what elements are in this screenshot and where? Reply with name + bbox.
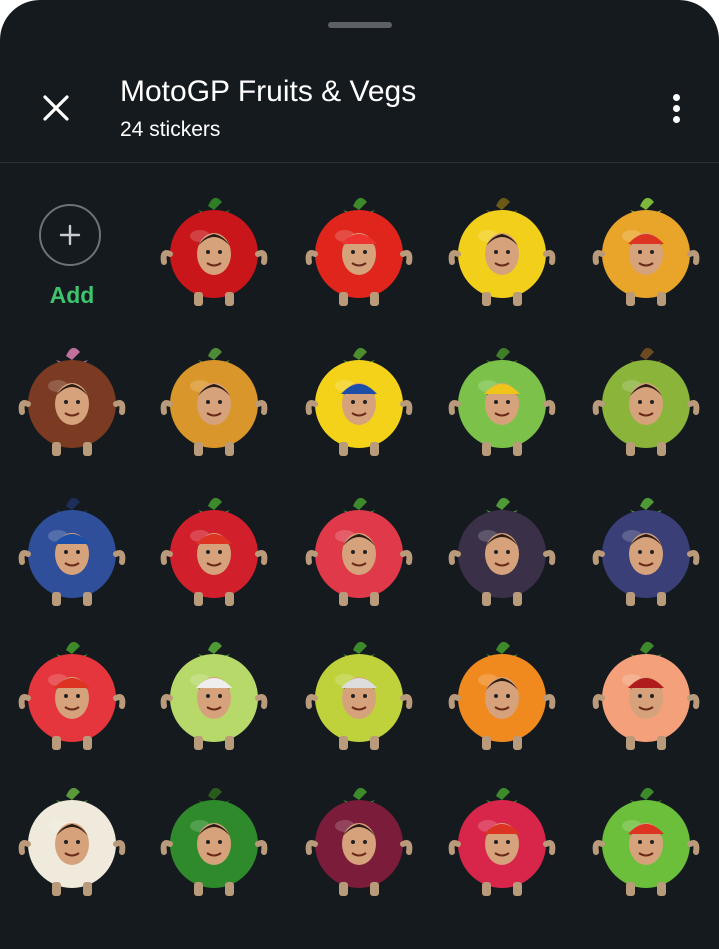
sticker-raspberry[interactable] <box>303 488 415 612</box>
sticker-cauliflower[interactable] <box>16 778 128 902</box>
sticker-beetroot[interactable] <box>303 778 415 902</box>
sticker-green-grapes[interactable] <box>158 632 270 756</box>
sticker-grapes[interactable] <box>590 488 702 612</box>
sticker-chestnut-and-onion[interactable] <box>16 338 128 462</box>
more-options-button[interactable] <box>662 86 690 130</box>
sticker-banana-image <box>448 197 556 306</box>
more-vertical-icon-dot <box>672 104 680 112</box>
plus-icon <box>59 224 81 246</box>
sticker-peach[interactable] <box>590 632 702 756</box>
header-divider <box>0 162 719 163</box>
sticker-lettuce[interactable] <box>590 778 702 902</box>
sticker-orange-image <box>448 641 556 750</box>
sticker-lettuce-image <box>592 787 700 896</box>
sticker-watermelon[interactable] <box>16 632 128 756</box>
sticker-pineapple-image <box>160 347 268 456</box>
sticker-lemon[interactable] <box>303 338 415 462</box>
sticker-blackberry-image <box>448 497 556 606</box>
sticker-radish[interactable] <box>446 778 558 902</box>
sticker-orange[interactable] <box>446 632 558 756</box>
add-circle <box>39 204 101 266</box>
sticker-cherries-image <box>160 497 268 606</box>
sticker-beetroot-image <box>305 787 413 896</box>
more-vertical-icon <box>672 93 680 101</box>
sticker-strawberry-image <box>160 197 268 306</box>
sticker-cauliflower-image <box>18 787 126 896</box>
sticker-strawberry[interactable] <box>158 188 270 312</box>
add-label: Add <box>49 282 95 308</box>
sticker-lemon-image <box>305 347 413 456</box>
add-sticker-pack-button[interactable]: Add <box>22 200 122 320</box>
sticker-grapes-image <box>592 497 700 606</box>
sticker-chili-pepper[interactable] <box>158 778 270 902</box>
close-icon <box>43 95 69 121</box>
sticker-blackberry[interactable] <box>446 488 558 612</box>
sticker-chili-pepper-image <box>160 787 268 896</box>
more-vertical-icon-dot <box>672 115 680 123</box>
sticker-pack-sheet: MotoGP Fruits & Vegs 24 stickers Add <box>0 0 719 949</box>
sticker-pineapple[interactable] <box>158 338 270 462</box>
sticker-cherries[interactable] <box>158 488 270 612</box>
sticker-pear[interactable] <box>303 632 415 756</box>
drag-handle[interactable] <box>328 22 392 28</box>
sticker-banana[interactable] <box>446 188 558 312</box>
sticker-peach-image <box>592 641 700 750</box>
sticker-kiwi[interactable] <box>590 338 702 462</box>
sticker-kiwi-image <box>592 347 700 456</box>
sticker-radish-image <box>448 787 556 896</box>
pack-title: MotoGP Fruits & Vegs <box>120 75 417 108</box>
sticker-chestnut-and-onion-image <box>18 347 126 456</box>
sticker-raspberry-image <box>305 497 413 606</box>
sticker-blueberry[interactable] <box>16 488 128 612</box>
sticker-green-grapes-image <box>160 641 268 750</box>
sticker-watermelon-image <box>18 641 126 750</box>
sticker-count: 24 stickers <box>120 118 221 141</box>
sticker-blueberry-image <box>18 497 126 606</box>
sticker-tomato[interactable] <box>303 188 415 312</box>
sticker-apple[interactable] <box>446 338 558 462</box>
sticker-tomato-image <box>305 197 413 306</box>
sticker-mango-image <box>592 197 700 306</box>
sticker-pear-image <box>305 641 413 750</box>
sticker-apple-image <box>448 347 556 456</box>
sticker-mango[interactable] <box>590 188 702 312</box>
close-button[interactable] <box>34 86 78 130</box>
